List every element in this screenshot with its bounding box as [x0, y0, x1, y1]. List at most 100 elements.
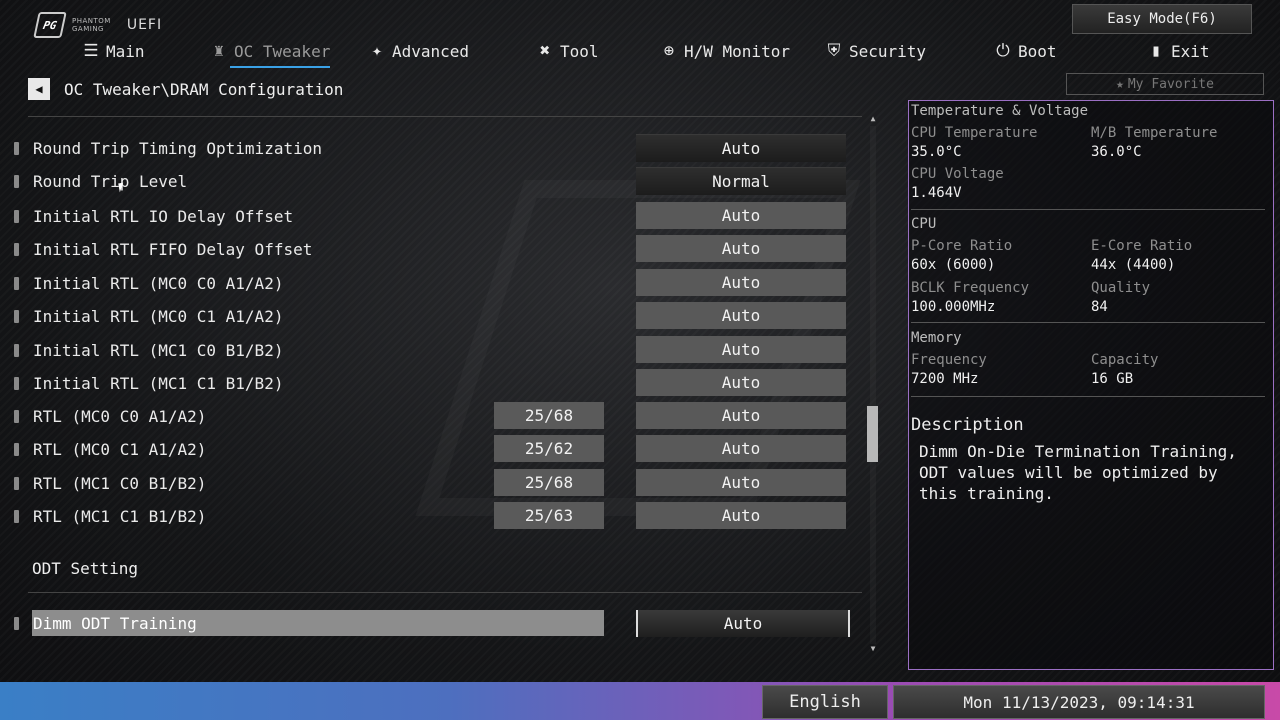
- quality-value: 84: [1091, 299, 1108, 315]
- power-icon: ⏻: [996, 41, 1010, 61]
- setting-value-dropdown[interactable]: Normal: [636, 167, 846, 195]
- setting-value-field[interactable]: Auto: [636, 235, 846, 262]
- tab-advanced[interactable]: ✦ Advanced: [368, 38, 469, 64]
- bullet-icon: [14, 175, 19, 188]
- setting-label: Round Trip Timing Optimization: [33, 139, 322, 158]
- bullet-icon: [14, 243, 19, 256]
- scrollbar-track[interactable]: [870, 126, 876, 644]
- tab-boot[interactable]: ⏻ Boot: [994, 38, 1056, 64]
- setting-value-field[interactable]: Auto: [636, 402, 846, 429]
- setting-value-field[interactable]: Auto: [636, 202, 846, 229]
- tab-label: Exit: [1171, 41, 1210, 61]
- setting-label: RTL (MC1 C1 B1/B2): [33, 507, 207, 526]
- logo-line-1: PHANTOM: [72, 17, 111, 25]
- star-icon: ✦: [371, 41, 383, 61]
- breadcrumb-path: OC Tweaker\DRAM Configuration: [64, 79, 344, 99]
- cpu-voltage-value: 1.464V: [911, 185, 962, 201]
- tab-label: Advanced: [392, 41, 470, 61]
- setting-value-field[interactable]: Auto: [636, 435, 846, 462]
- setting-label: Dimm ODT Training: [33, 614, 197, 633]
- tab-hw-monitor[interactable]: ⊕ H/W Monitor: [660, 38, 790, 64]
- setting-label: RTL (MC1 C0 B1/B2): [33, 474, 207, 493]
- setting-row-selected[interactable]: Dimm ODT Training Auto: [0, 610, 860, 640]
- memory-frequency-value: 7200 MHz: [911, 371, 979, 387]
- setting-value-field[interactable]: Auto: [636, 336, 846, 363]
- description-text: Dimm On-Die Termination Training, ODT va…: [919, 442, 1237, 503]
- setting-value-field[interactable]: Auto: [636, 469, 846, 496]
- rocket-icon: ♜: [213, 41, 225, 61]
- setting-row[interactable]: Initial RTL (MC1 C1 B1/B2) Auto: [0, 368, 860, 398]
- setting-label: Initial RTL (MC1 C0 B1/B2): [33, 341, 284, 360]
- divider: [911, 396, 1265, 397]
- memory-frequency-label: Frequency: [911, 352, 987, 368]
- bullet-icon: [14, 310, 19, 323]
- setting-label: Initial RTL (MC0 C0 A1/A2): [33, 274, 284, 293]
- panel-section-title: CPU: [911, 216, 937, 232]
- bullet-icon: [14, 443, 19, 456]
- divider: [911, 322, 1265, 323]
- pcore-ratio-label: P-Core Ratio: [911, 238, 1013, 254]
- setting-row[interactable]: Initial RTL IO Delay Offset Auto: [0, 201, 860, 231]
- bullet-icon: [14, 510, 19, 523]
- setting-label: RTL (MC0 C0 A1/A2): [33, 407, 207, 426]
- tab-main[interactable]: ☰ Main: [82, 38, 145, 64]
- mb-temp-label: M/B Temperature: [1091, 125, 1218, 141]
- uefi-label: UEFI: [126, 17, 163, 33]
- divider: [911, 209, 1265, 210]
- cpu-temp-value: 35.0°C: [911, 144, 962, 160]
- shield-icon: ⛨: [827, 41, 841, 61]
- brand-logo: PG PHANTOM GAMING UEFI: [33, 12, 163, 38]
- back-button[interactable]: ◀: [28, 78, 50, 100]
- language-button[interactable]: English: [762, 685, 888, 719]
- divider: [28, 116, 862, 117]
- section-title-odt: ODT Setting: [32, 559, 138, 578]
- setting-row[interactable]: Initial RTL FIFO Delay Offset Auto: [0, 234, 860, 264]
- bullet-icon: [14, 617, 19, 630]
- setting-value-field[interactable]: Auto: [636, 369, 846, 396]
- setting-row[interactable]: RTL (MC0 C1 A1/A2) 25/62 Auto: [0, 434, 860, 464]
- scroll-down-arrow-icon[interactable]: ▼: [868, 644, 878, 654]
- setting-label: Initial RTL (MC1 C1 B1/B2): [33, 374, 284, 393]
- bullet-icon: [14, 410, 19, 423]
- tab-label: Main: [106, 41, 145, 61]
- scrollbar-thumb[interactable]: [867, 406, 878, 462]
- memory-capacity-value: 16 GB: [1091, 371, 1134, 387]
- setting-label: RTL (MC0 C1 A1/A2): [33, 440, 207, 459]
- my-favorite-button[interactable]: ★ My Favorite: [1066, 73, 1264, 95]
- scroll-up-arrow-icon[interactable]: ▲: [868, 114, 878, 124]
- setting-row[interactable]: RTL (MC1 C1 B1/B2) 25/63 Auto: [0, 501, 860, 531]
- setting-label: Initial RTL (MC0 C1 A1/A2): [33, 307, 284, 326]
- setting-row[interactable]: Initial RTL (MC0 C0 A1/A2) Auto: [0, 268, 860, 298]
- setting-row[interactable]: Round Trip Level Normal: [0, 166, 860, 196]
- hardware-info-panel: Temperature & Voltage CPU Temperature 35…: [908, 100, 1274, 670]
- easy-mode-button[interactable]: Easy Mode(F6): [1072, 4, 1252, 34]
- setting-row[interactable]: Initial RTL (MC1 C0 B1/B2) Auto: [0, 335, 860, 365]
- bclk-label: BCLK Frequency: [911, 280, 1030, 296]
- arrow-left-icon: ◀: [35, 82, 43, 96]
- setting-value-field[interactable]: Auto: [636, 502, 846, 529]
- current-value: 25/68: [494, 469, 604, 496]
- tab-tool[interactable]: ✖ Tool: [536, 38, 599, 64]
- current-value: 25/63: [494, 502, 604, 529]
- tab-label: OC Tweaker: [234, 41, 331, 61]
- bullet-icon: [14, 377, 19, 390]
- tab-exit[interactable]: ▮ Exit: [1147, 38, 1210, 64]
- tab-oc-tweaker[interactable]: ♜ OC Tweaker: [210, 38, 331, 68]
- setting-row[interactable]: Initial RTL (MC0 C1 A1/A2) Auto: [0, 301, 860, 331]
- setting-label: Round Trip Level: [33, 172, 188, 191]
- setting-value-field[interactable]: Auto: [636, 269, 846, 296]
- setting-row[interactable]: RTL (MC1 C0 B1/B2) 25/68 Auto: [0, 468, 860, 498]
- tab-label: Tool: [560, 41, 599, 61]
- active-tab-indicator: [230, 66, 331, 68]
- tab-label: Security: [849, 41, 927, 61]
- tools-icon: ✖: [539, 41, 551, 61]
- setting-value-field[interactable]: Auto: [636, 302, 846, 329]
- list-icon: ☰: [83, 41, 99, 61]
- setting-value-dropdown[interactable]: Auto: [636, 134, 846, 162]
- panel-section-title: Temperature & Voltage: [911, 103, 1089, 119]
- memory-capacity-label: Capacity: [1091, 352, 1159, 368]
- setting-row[interactable]: RTL (MC0 C0 A1/A2) 25/68 Auto: [0, 401, 860, 431]
- setting-row[interactable]: Round Trip Timing Optimization Auto: [0, 133, 860, 163]
- setting-value-dropdown[interactable]: Auto: [636, 610, 850, 637]
- tab-security[interactable]: ⛨ Security: [825, 38, 926, 64]
